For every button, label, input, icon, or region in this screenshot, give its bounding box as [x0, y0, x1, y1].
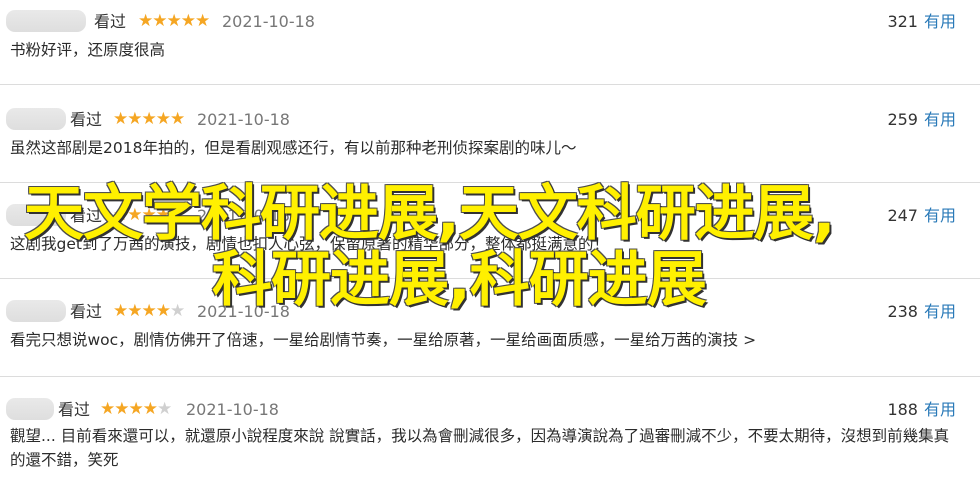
review-item: 看过 ★ ★ ★ ★ ★ 2021-10-18 188 有用 觀望... 目前看來還可以，… [0, 396, 980, 480]
watch-status: 看过 [70, 206, 103, 225]
divider [0, 84, 980, 85]
star-icon: ★ [127, 109, 142, 129]
star-icon: ★ [141, 205, 157, 225]
star-icon: ★ [152, 11, 167, 31]
review-text: 书粉好评，还原度很高 [10, 41, 166, 59]
vote-number: 247 [887, 206, 918, 225]
vote-number: 188 [887, 400, 918, 419]
star-icon: ★ [142, 399, 158, 419]
review-date: 2021-10-18 [197, 302, 290, 321]
star-icon: ★ [155, 205, 171, 225]
star-icon: ★ [195, 11, 210, 31]
vote-count: 188 有用 [887, 399, 956, 421]
vote-count: 259 有用 [887, 109, 956, 131]
vote-count: 247 有用 [887, 205, 956, 227]
watch-status: 看过 [70, 302, 103, 321]
vote-number: 259 [887, 110, 918, 129]
review-date: 2021-10-18 [197, 110, 290, 129]
vote-count: 321 有用 [887, 11, 956, 33]
star-icon: ★ [128, 399, 144, 419]
star-icon: ★ [127, 301, 142, 321]
rating-stars: ★ ★ ★ ★ ★ [100, 398, 172, 420]
star-icon: ★ [155, 109, 171, 129]
rating-stars: ★ ★ ★ ★ ★ [113, 108, 185, 130]
review-date: 2021-10-18 [222, 12, 315, 31]
star-icon: ★ [141, 301, 157, 321]
review-text: 虽然这部剧是2018年拍的，但是看剧观感还行，有以前那种老刑侦探案剧的味儿～ [10, 139, 577, 157]
review-date: 2021-10-18 [186, 400, 279, 419]
watch-status: 看过 [58, 400, 91, 419]
star-icon: ★ [100, 399, 115, 419]
avatar[interactable] [6, 10, 86, 32]
star-icon: ★ [113, 301, 128, 321]
vote-number: 238 [887, 302, 918, 321]
star-icon: ★ [155, 301, 171, 321]
star-icon: ★ [141, 109, 157, 129]
review-item: 看过 ★ ★ ★ ★ ★ 2021-10-18 247 有用 这剧我get到了万茜的演技，… [0, 202, 980, 272]
useful-button[interactable]: 有用 [924, 302, 956, 321]
divider [0, 278, 980, 279]
star-icon: ★ [113, 109, 128, 129]
watch-status: 看过 [94, 12, 127, 31]
review-meta: 看过 ★ ★ ★ ★ ★ 2021-10-18 321 有用 [0, 8, 980, 38]
avatar[interactable] [6, 300, 66, 322]
star-icon: ★ [166, 11, 182, 31]
star-icon: ★ [114, 399, 129, 419]
review-list: 看过 ★ ★ ★ ★ ★ 2021-10-18 321 有用 书粉好评，还原度很高 看过 … [0, 0, 980, 482]
rating-stars: ★ ★ ★ ★ ★ [113, 204, 185, 226]
star-icon: ★ [170, 205, 185, 225]
review-text: 觀望... 目前看來還可以，就還原小說程度來說 說實話，我以為會刪減很多，因為導… [10, 427, 950, 469]
avatar[interactable] [6, 108, 66, 130]
useful-button[interactable]: 有用 [924, 12, 956, 31]
star-icon: ★ [157, 399, 172, 419]
rating-stars: ★ ★ ★ ★ ★ [113, 300, 185, 322]
star-icon: ★ [113, 205, 128, 225]
review-meta: 看过 ★ ★ ★ ★ ★ 2021-10-18 247 有用 [0, 202, 980, 232]
vote-number: 321 [887, 12, 918, 31]
review-text: 这剧我get到了万茜的演技，剧情也扣人心弦，保留原著的精华部分，整体都挺满意的！ [10, 235, 609, 253]
avatar[interactable] [6, 204, 66, 226]
star-icon: ★ [170, 301, 185, 321]
star-icon: ★ [180, 11, 196, 31]
useful-button[interactable]: 有用 [924, 400, 956, 419]
avatar[interactable] [6, 398, 54, 420]
useful-button[interactable]: 有用 [924, 110, 956, 129]
review-meta: 看过 ★ ★ ★ ★ ★ 2021-10-18 238 有用 [0, 298, 980, 328]
review-item: 看过 ★ ★ ★ ★ ★ 2021-10-18 321 有用 书粉好评，还原度很高 [0, 8, 980, 88]
review-date: 2021-10-18 [197, 206, 290, 225]
divider [0, 376, 980, 377]
star-icon: ★ [170, 109, 185, 129]
review-meta: 看过 ★ ★ ★ ★ ★ 2021-10-18 188 有用 [0, 396, 980, 426]
review-meta: 看过 ★ ★ ★ ★ ★ 2021-10-18 259 有用 [0, 106, 980, 136]
vote-count: 238 有用 [887, 301, 956, 323]
review-item: 看过 ★ ★ ★ ★ ★ 2021-10-18 238 有用 看完只想说woc，剧情仿佛开… [0, 298, 980, 368]
rating-stars: ★ ★ ★ ★ ★ [138, 10, 210, 32]
watch-status: 看过 [70, 110, 103, 129]
star-icon: ★ [138, 11, 153, 31]
review-text: 看完只想说woc，剧情仿佛开了倍速，一星给剧情节奏，一星给原著，一星给画面质感，… [10, 331, 757, 349]
divider [0, 182, 980, 183]
useful-button[interactable]: 有用 [924, 206, 956, 225]
review-item: 看过 ★ ★ ★ ★ ★ 2021-10-18 259 有用 虽然这部剧是2018年拍的，… [0, 106, 980, 176]
star-icon: ★ [127, 205, 142, 225]
